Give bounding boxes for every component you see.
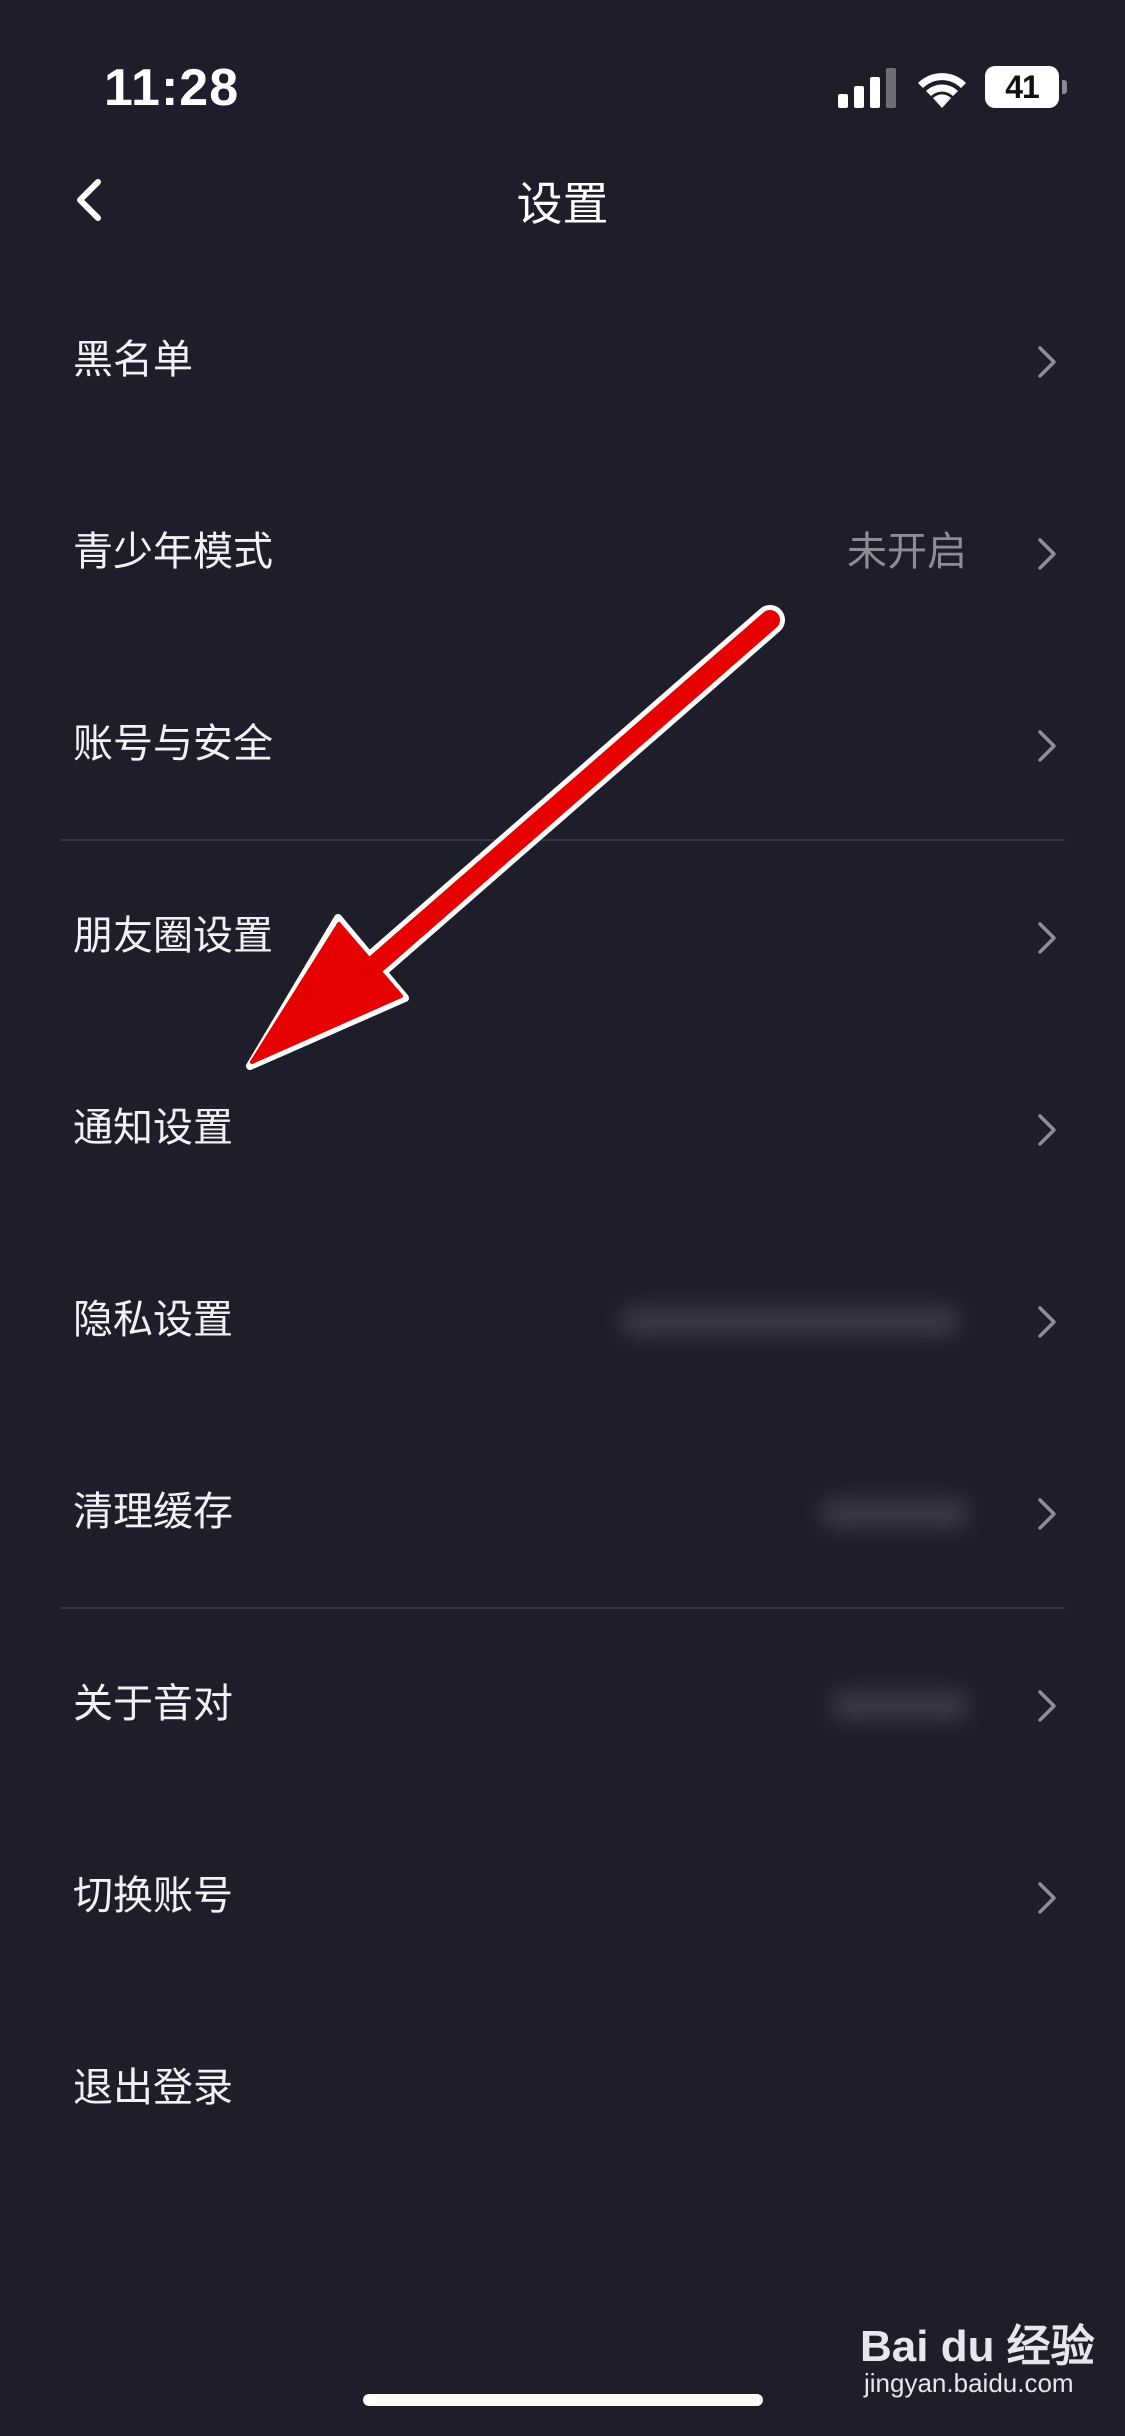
battery-level: 41	[1005, 68, 1040, 105]
settings-item-label: 账号与安全	[73, 721, 273, 767]
chevron-right-icon	[1038, 1306, 1056, 1338]
chevron-right-icon	[1038, 1690, 1056, 1722]
settings-item-label: 隐私设置	[73, 1297, 233, 1343]
chevron-right-icon	[1038, 1498, 1056, 1530]
battery-icon: 41	[985, 66, 1067, 108]
settings-item-clear-cache[interactable]: 清理缓存	[0, 1416, 1125, 1609]
chevron-right-icon	[1038, 922, 1056, 954]
settings-list: 黑名单 青少年模式 未开启 账号与安全 朋友圈设置 通知设置 隐私设置 清理缓存…	[0, 264, 1125, 2184]
settings-item-account-security[interactable]: 账号与安全	[0, 648, 1125, 841]
chevron-right-icon	[1038, 346, 1056, 378]
chevron-right-icon	[1038, 1114, 1056, 1146]
watermark-logo: Bai du 经验	[860, 2322, 1095, 2371]
settings-item-switch-account[interactable]: 切换账号	[0, 1800, 1125, 1992]
watermark: Bai du 经验 jingyan.baidu.com	[860, 2310, 1095, 2410]
wifi-icon	[918, 73, 966, 108]
nav-bar: 设置	[0, 150, 1125, 250]
settings-item-blacklist[interactable]: 黑名单	[0, 264, 1125, 456]
settings-item-label: 清理缓存	[73, 1489, 233, 1535]
signal-icon	[838, 68, 896, 108]
settings-item-about[interactable]: 关于音对	[0, 1608, 1125, 1800]
settings-item-logout[interactable]: 退出登录	[0, 1992, 1125, 2184]
blurred-value	[620, 1304, 960, 1338]
settings-item-label: 朋友圈设置	[73, 913, 273, 959]
battery-body: 41	[985, 66, 1059, 108]
home-indicator[interactable]	[363, 2394, 763, 2406]
settings-item-teen-mode[interactable]: 青少年模式 未开启	[0, 456, 1125, 648]
chevron-right-icon	[1038, 1882, 1056, 1914]
settings-item-privacy[interactable]: 隐私设置	[0, 1224, 1125, 1416]
chevron-right-icon	[1038, 538, 1056, 570]
watermark-url: jingyan.baidu.com	[864, 2368, 1074, 2398]
blurred-value	[820, 1496, 970, 1530]
page-title: 设置	[516, 177, 609, 231]
settings-item-label: 黑名单	[73, 337, 193, 383]
settings-item-label: 通知设置	[73, 1105, 233, 1151]
settings-item-value: 未开启	[847, 529, 967, 575]
battery-cap	[1062, 80, 1067, 94]
settings-item-notifications[interactable]: 通知设置	[0, 1032, 1125, 1224]
chevron-right-icon	[1038, 730, 1056, 762]
settings-item-label: 关于音对	[73, 1681, 233, 1727]
settings-item-label: 切换账号	[73, 1873, 233, 1919]
settings-item-label: 退出登录	[73, 2065, 233, 2111]
settings-item-moments[interactable]: 朋友圈设置	[0, 840, 1125, 1032]
status-bar: 11:28 41	[0, 0, 1125, 150]
settings-item-label: 青少年模式	[73, 529, 273, 575]
status-time: 11:28	[104, 59, 240, 117]
blurred-value	[830, 1688, 970, 1722]
